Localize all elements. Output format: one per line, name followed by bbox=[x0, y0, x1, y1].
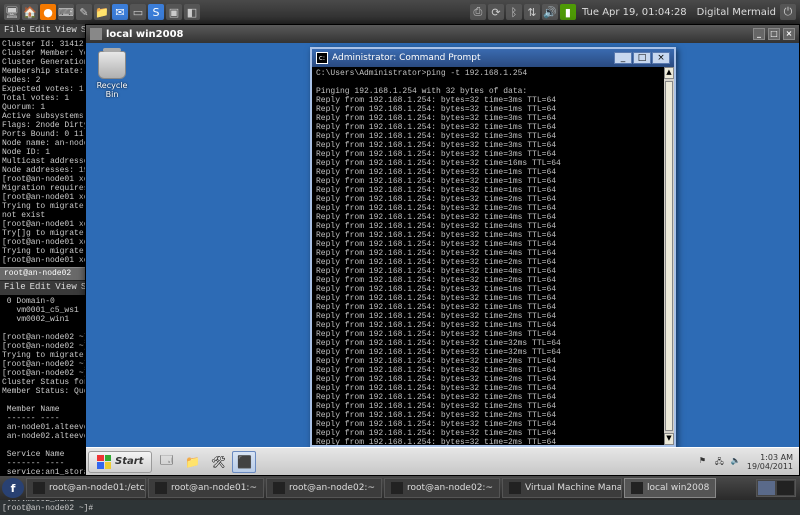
scroll-down-button[interactable]: ▼ bbox=[664, 433, 674, 445]
taskbar-window-button[interactable]: root@an-node01:~ bbox=[148, 478, 264, 498]
cmd-maximize-button[interactable]: □ bbox=[633, 52, 651, 64]
recycle-bin-icon bbox=[98, 51, 126, 79]
clock[interactable]: Tue Apr 19, 01:04:28 bbox=[582, 7, 687, 18]
tray-network-icon[interactable]: 🖧 bbox=[715, 456, 727, 468]
rdp-icon[interactable]: ▣ bbox=[166, 4, 182, 20]
windows-taskbar: Start 🗔 📁 🛠 ⬛ ⚑ 🖧 🔈 1:03 AM 19/04/2011 bbox=[86, 447, 799, 475]
window-icon bbox=[631, 482, 643, 494]
taskbar-window-button[interactable]: local win2008 bbox=[624, 478, 716, 498]
window-icon bbox=[33, 482, 45, 494]
vm-title: local win2008 bbox=[106, 29, 184, 40]
cmd-minimize-button[interactable]: _ bbox=[614, 52, 632, 64]
taskbar-cmd[interactable]: ⬛ bbox=[232, 451, 256, 473]
terminal-icon[interactable]: ⌨ bbox=[58, 4, 74, 20]
gnome-top-panel: 🖥 🏠 ● ⌨ ✎ 📁 ✉ ▭ S ▣ ◧ ⎙ ⟳ ᛒ ⇅ 🔊 ▮ Tue Ap… bbox=[0, 0, 800, 24]
cmd-output[interactable]: C:\Users\Administrator>ping -t 192.168.1… bbox=[312, 67, 664, 445]
workspace: FileEditViewSearch Cluster Id: 31412 Clu… bbox=[0, 24, 800, 476]
scroll-up-button[interactable]: ▲ bbox=[664, 67, 674, 79]
battery-icon[interactable]: ▮ bbox=[560, 4, 576, 20]
workspace-switcher[interactable] bbox=[756, 479, 796, 497]
tray-sound-icon[interactable]: 🔈 bbox=[731, 456, 743, 468]
window-icon bbox=[509, 482, 521, 494]
windows-tray[interactable]: ⚑ 🖧 🔈 1:03 AM 19/04/2011 bbox=[699, 453, 797, 471]
vm-viewer-window: local win2008 _ □ × Recycle Bin c: Admin… bbox=[85, 24, 800, 476]
gnome-bottom-panel: f root@an-node01:/etc/...root@an-node01:… bbox=[0, 476, 800, 500]
firefox-icon[interactable]: ● bbox=[40, 4, 56, 20]
windows-flag-icon bbox=[97, 455, 111, 469]
recycle-bin[interactable]: Recycle Bin bbox=[94, 51, 130, 99]
guest-desktop[interactable]: Recycle Bin c: Administrator: Command Pr… bbox=[86, 43, 799, 475]
top-panel-launchers: 🖥 🏠 ● ⌨ ✎ 📁 ✉ ▭ S ▣ ◧ bbox=[4, 4, 200, 20]
window-icon bbox=[155, 482, 167, 494]
vm-icon bbox=[90, 28, 102, 40]
tray-flag-icon[interactable]: ⚑ bbox=[699, 456, 711, 468]
vbox-icon[interactable]: ◧ bbox=[184, 4, 200, 20]
cmd-titlebar[interactable]: c: Administrator: Command Prompt _ □ × bbox=[312, 49, 674, 67]
display-icon[interactable]: ▭ bbox=[130, 4, 146, 20]
taskbar-window-button[interactable]: Virtual Machine Mana... bbox=[502, 478, 622, 498]
network-icon[interactable]: ⇅ bbox=[524, 4, 540, 20]
start-button[interactable]: Start bbox=[88, 451, 152, 473]
maximize-button[interactable]: □ bbox=[768, 28, 780, 40]
taskbar-window-button[interactable]: root@an-node02:~ bbox=[384, 478, 500, 498]
user-menu[interactable]: Digital Mermaid bbox=[697, 7, 776, 18]
minimize-button[interactable]: _ bbox=[753, 28, 765, 40]
vm-titlebar[interactable]: local win2008 _ □ × bbox=[86, 25, 799, 43]
cmd-scrollbar[interactable]: ▲ ▼ bbox=[664, 67, 674, 445]
volume-icon[interactable]: 🔊 bbox=[542, 4, 558, 20]
home-icon[interactable]: 🏠 bbox=[22, 4, 38, 20]
update-icon[interactable]: ⟳ bbox=[488, 4, 504, 20]
ql-explorer[interactable]: 📁 bbox=[180, 451, 204, 473]
recycle-bin-label: Recycle Bin bbox=[94, 81, 130, 99]
computer-icon[interactable]: 🖥 bbox=[4, 4, 20, 20]
system-tray: ⎙ ⟳ ᛒ ⇅ 🔊 ▮ bbox=[470, 4, 576, 20]
ql-show-desktop[interactable]: 🗔 bbox=[154, 451, 178, 473]
window-icon bbox=[391, 482, 403, 494]
skype-icon[interactable]: S bbox=[148, 4, 164, 20]
gedit-icon[interactable]: ✎ bbox=[76, 4, 92, 20]
chat-icon[interactable]: ✉ bbox=[112, 4, 128, 20]
bluetooth-icon[interactable]: ᛒ bbox=[506, 4, 522, 20]
close-button[interactable]: × bbox=[783, 28, 795, 40]
command-prompt-window[interactable]: c: Administrator: Command Prompt _ □ × C… bbox=[310, 47, 676, 447]
window-icon bbox=[273, 482, 285, 494]
printer-icon[interactable]: ⎙ bbox=[470, 4, 486, 20]
tray-clock[interactable]: 1:03 AM 19/04/2011 bbox=[747, 453, 793, 471]
taskbar-window-button[interactable]: root@an-node01:/etc/... bbox=[26, 478, 146, 498]
taskbar-window-button[interactable]: root@an-node02:~ bbox=[266, 478, 382, 498]
cmd-icon: c: bbox=[316, 52, 328, 64]
fedora-menu-button[interactable]: f bbox=[2, 478, 24, 498]
window-list: root@an-node01:/etc/...root@an-node01:~r… bbox=[26, 478, 756, 498]
cmd-title: Administrator: Command Prompt bbox=[332, 53, 481, 63]
scroll-thumb[interactable] bbox=[665, 81, 673, 431]
shutdown-icon[interactable]: ⏻ bbox=[780, 4, 796, 20]
cmd-close-button[interactable]: × bbox=[652, 52, 670, 64]
files-icon[interactable]: 📁 bbox=[94, 4, 110, 20]
ql-server-manager[interactable]: 🛠 bbox=[206, 451, 230, 473]
